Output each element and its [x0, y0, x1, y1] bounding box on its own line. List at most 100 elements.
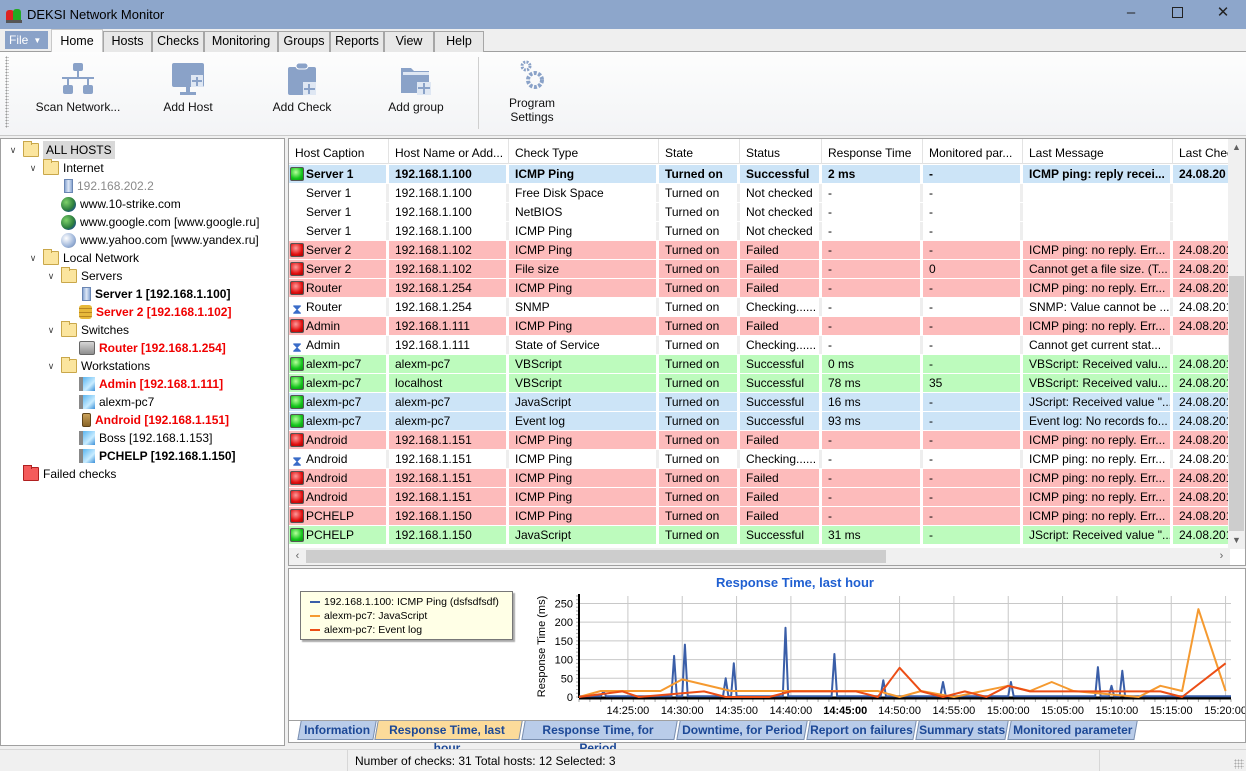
column-header[interactable]: Last Message	[1023, 139, 1173, 164]
table-row[interactable]: Android 192.168.1.151 ICMP Ping Turned on Fa…	[289, 469, 1233, 488]
table-cell: Server 1	[289, 165, 389, 183]
table-row[interactable]: ⧗ Android 192.168.1.151 ICMP Ping Turned on C…	[289, 450, 1233, 469]
tree-node[interactable]: alexm-pc7	[79, 393, 154, 411]
scan-network-button[interactable]: Scan Network...	[30, 62, 126, 114]
table-row[interactable]: Router 192.168.1.254 ICMP Ping Turned on Fai…	[289, 279, 1233, 298]
tab-monitored-parameter[interactable]: Monitored parameter	[1007, 721, 1138, 740]
table-row[interactable]: alexm-pc7 alexm-pc7 Event log Turned on Succ…	[289, 412, 1233, 431]
table-row[interactable]: ⧗ Router 192.168.1.254 SNMP Turned on Checkin…	[289, 298, 1233, 317]
vertical-scrollbar[interactable]: ▲ ▼	[1228, 139, 1245, 549]
tab-help[interactable]: Help	[434, 31, 484, 52]
tab-summary-stats[interactable]: Summary stats	[915, 721, 1009, 740]
chevron-down-icon[interactable]: ∨	[45, 357, 57, 375]
table-row[interactable]: ⧗ Admin 192.168.1.111 State of Service Turne…	[289, 336, 1233, 355]
tab-response-time-last-hour[interactable]: Response Time, last hour	[374, 721, 523, 755]
scroll-right-icon[interactable]: ›	[1213, 548, 1230, 565]
chevron-down-icon[interactable]: ∨	[7, 141, 19, 159]
tree-node[interactable]: Server 2 [192.168.1.102]	[79, 303, 231, 321]
table-row[interactable]: alexm-pc7 alexm-pc7 VBScript Turned on Succe…	[289, 355, 1233, 374]
table-row[interactable]: alexm-pc7 localhost VBScript Turned on Succe…	[289, 374, 1233, 393]
tree-node[interactable]: Server 1 [192.168.1.100]	[79, 285, 230, 303]
tree-node[interactable]: 192.168.202.2	[61, 177, 154, 195]
tree-node[interactable]: ∨ Workstations	[45, 357, 150, 375]
add-group-button[interactable]: Add group	[376, 62, 456, 114]
table-cell: Turned on	[659, 222, 740, 240]
column-header[interactable]: Last Chec	[1173, 139, 1233, 164]
table-cell: Turned on	[659, 507, 740, 525]
horizontal-scroll-thumb[interactable]	[306, 550, 886, 563]
tree-node[interactable]: www.10-strike.com	[61, 195, 181, 213]
chevron-down-icon[interactable]: ∨	[27, 159, 39, 177]
tab-information[interactable]: Information	[297, 721, 377, 740]
table-row[interactable]: PCHELP 192.168.1.150 ICMP Ping Turned on Fai…	[289, 507, 1233, 526]
tree-node[interactable]: Failed checks	[23, 465, 116, 483]
toolbar-grip[interactable]	[5, 56, 9, 128]
table-row[interactable]: Android 192.168.1.151 ICMP Ping Turned on Fa…	[289, 431, 1233, 450]
add-check-button[interactable]: Add Check	[262, 62, 342, 114]
tab-hosts[interactable]: Hosts	[103, 31, 152, 52]
tree-node[interactable]: ∨ Internet	[27, 159, 104, 177]
vertical-scroll-thumb[interactable]	[1229, 276, 1244, 531]
column-header[interactable]: Response Time	[822, 139, 923, 164]
tree-node[interactable]: Android [192.168.1.151]	[79, 411, 229, 429]
table-row[interactable]: PCHELP 192.168.1.150 JavaScript Turned on Su…	[289, 526, 1233, 545]
column-header[interactable]: Status	[740, 139, 822, 164]
column-header[interactable]: Host Caption	[289, 139, 389, 164]
tree-node[interactable]: ∨ Switches	[45, 321, 129, 339]
tree-node[interactable]: www.yahoo.com [www.yandex.ru]	[61, 231, 259, 249]
table-row[interactable]: Server 1 192.168.1.100 Free Disk Space Turn…	[289, 184, 1233, 203]
table-cell: PCHELP	[289, 507, 389, 525]
minimize-button[interactable]: –	[1108, 0, 1154, 24]
tree-node[interactable]: ∨ Local Network	[27, 249, 139, 267]
table-cell: 192.168.1.151	[389, 469, 509, 487]
column-header[interactable]: Host Name or Add...	[389, 139, 509, 164]
scroll-down-icon[interactable]: ▼	[1228, 532, 1245, 549]
scroll-left-icon[interactable]: ‹	[289, 548, 306, 565]
table-cell: 192.168.1.151	[389, 450, 509, 468]
table-row[interactable]: Server 2 192.168.1.102 File size Turned on F…	[289, 260, 1233, 279]
tab-response-time-for-period[interactable]: Response Time, for Period	[521, 721, 678, 755]
tree-node[interactable]: Router [192.168.1.254]	[79, 339, 226, 357]
column-header[interactable]: State	[659, 139, 740, 164]
table-row[interactable]: Server 1 192.168.1.100 NetBIOS Turned on Not…	[289, 203, 1233, 222]
table-row[interactable]: Server 1 192.168.1.100 ICMP Ping Turned on S…	[289, 165, 1233, 184]
file-menu-button[interactable]: File ▼	[5, 31, 48, 49]
horizontal-scrollbar[interactable]: ‹ ›	[289, 548, 1230, 565]
tree-node[interactable]: ∨ Servers	[45, 267, 122, 285]
tab-home[interactable]: Home	[51, 29, 103, 53]
tab-report-on-failures[interactable]: Report on failures	[806, 721, 917, 740]
tab-groups[interactable]: Groups	[278, 31, 330, 52]
column-header[interactable]: Check Type	[509, 139, 659, 164]
table-row[interactable]: Android 192.168.1.151 ICMP Ping Turned on Fa…	[289, 488, 1233, 507]
table-cell: JavaScript	[509, 526, 659, 544]
chevron-down-icon[interactable]: ∨	[45, 321, 57, 339]
tab-checks[interactable]: Checks	[152, 31, 204, 52]
cell-text: -	[929, 205, 933, 219]
scroll-up-icon[interactable]: ▲	[1228, 139, 1245, 156]
tree-node[interactable]: www.google.com [www.google.ru]	[61, 213, 259, 231]
add-host-label: Add Host	[163, 100, 213, 114]
cell-text: Server 2	[306, 262, 352, 276]
table-cell: ICMP Ping	[509, 488, 659, 506]
tree-node[interactable]: Boss [192.168.1.153]	[79, 429, 212, 447]
table-row[interactable]: alexm-pc7 alexm-pc7 JavaScript Turned on Suc…	[289, 393, 1233, 412]
program-settings-button[interactable]: Program Settings	[496, 58, 568, 124]
maximize-button[interactable]	[1154, 0, 1200, 24]
resize-grip-icon[interactable]	[1234, 759, 1244, 769]
column-header[interactable]: Monitored par...	[923, 139, 1023, 164]
tab-monitoring[interactable]: Monitoring	[204, 31, 278, 52]
tree-node[interactable]: PCHELP [192.168.1.150]	[79, 447, 236, 465]
table-row[interactable]: Server 2 192.168.1.102 ICMP Ping Turned on F…	[289, 241, 1233, 260]
table-row[interactable]: Admin 192.168.1.111 ICMP Ping Turned on Fail…	[289, 317, 1233, 336]
close-button[interactable]: ✕	[1200, 0, 1246, 24]
add-host-button[interactable]: Add Host	[148, 62, 228, 114]
chevron-down-icon[interactable]: ∨	[27, 249, 39, 267]
table-cell: Android	[289, 431, 389, 449]
tree-node[interactable]: Admin [192.168.1.111]	[79, 375, 223, 393]
tab-view[interactable]: View	[384, 31, 434, 52]
tab-reports[interactable]: Reports	[330, 31, 384, 52]
chevron-down-icon[interactable]: ∨	[45, 267, 57, 285]
tab-downtime-for-period[interactable]: Downtime, for Period	[676, 721, 808, 740]
table-row[interactable]: Server 1 192.168.1.100 ICMP Ping Turned on N…	[289, 222, 1233, 241]
tree-node[interactable]: ∨ ALL HOSTS	[7, 141, 115, 159]
